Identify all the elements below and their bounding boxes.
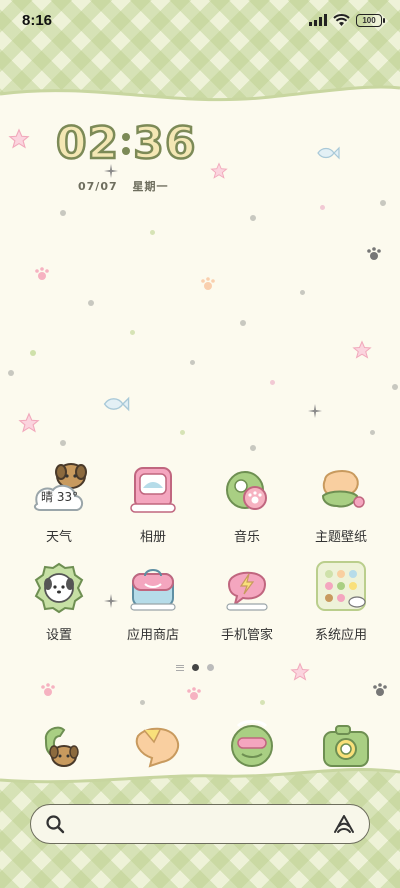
theme-peach-icon xyxy=(311,460,371,520)
app-label: 设置 xyxy=(45,628,72,643)
app-gallery[interactable]: 相册 xyxy=(108,460,198,545)
status-icons: 100 xyxy=(309,13,385,27)
weather-badge: 晴 33° xyxy=(41,490,79,504)
app-label: 系统应用 xyxy=(314,628,367,643)
app-theme[interactable]: 主题壁纸 xyxy=(296,460,386,545)
star-icon xyxy=(352,340,372,359)
page-indicator[interactable] xyxy=(176,664,214,671)
clock-widget[interactable]: 02 36 xyxy=(55,117,197,171)
clock-separator xyxy=(122,132,131,155)
camera-green-icon xyxy=(323,725,369,767)
app-label: 手机管家 xyxy=(220,628,273,643)
date-day: 07/07 xyxy=(78,180,118,193)
search-icon[interactable] xyxy=(45,814,65,834)
page-list-icon xyxy=(176,664,184,671)
app-label: 音乐 xyxy=(233,530,260,545)
settings-dog-gear-icon xyxy=(29,558,89,618)
phone-manager-bubble-icon xyxy=(217,558,277,618)
app-label: 应用商店 xyxy=(126,628,179,643)
store-bag-icon xyxy=(123,558,183,618)
app-label: 天气 xyxy=(45,530,72,545)
assistant-icon[interactable] xyxy=(333,814,355,834)
dock-phone[interactable] xyxy=(36,718,96,778)
star-icon xyxy=(290,662,310,681)
app-music[interactable]: 音乐 xyxy=(202,460,292,545)
paw-icon xyxy=(35,267,49,280)
paw-icon xyxy=(373,683,387,696)
page-dot xyxy=(207,664,214,671)
top-wave-edge xyxy=(0,85,400,120)
gallery-pink-box-icon xyxy=(123,460,183,520)
wifi-icon xyxy=(333,13,350,26)
dock xyxy=(0,718,400,778)
paw-icon xyxy=(367,247,381,260)
dock-camera[interactable] xyxy=(316,718,376,778)
weather-dog-cloud-icon: 晴 33° xyxy=(29,460,89,520)
dock-messages[interactable] xyxy=(130,718,190,778)
date-weekday: 星期一 xyxy=(132,180,169,193)
star-icon xyxy=(210,162,228,179)
clock-hour: 02 xyxy=(55,117,120,171)
system-apps-folder-icon xyxy=(311,558,371,618)
app-phone-manager[interactable]: 手机管家 xyxy=(202,558,292,643)
app-label: 相册 xyxy=(139,530,166,545)
app-store[interactable]: 应用商店 xyxy=(108,558,198,643)
app-weather[interactable]: 晴 33° 天气 xyxy=(14,460,104,545)
status-time: 8:16 xyxy=(22,11,53,29)
sparkle-icon xyxy=(308,404,322,418)
phone-dog-icon xyxy=(44,726,79,767)
paw-icon xyxy=(41,683,55,696)
status-bar: 8:16 100 xyxy=(0,0,400,40)
paw-icon xyxy=(187,687,201,700)
search-bar[interactable] xyxy=(30,804,370,844)
paw-icon xyxy=(201,277,215,290)
page-dot-active xyxy=(192,664,199,671)
app-system-apps[interactable]: 系统应用 xyxy=(296,558,386,643)
app-label: 主题壁纸 xyxy=(314,530,367,545)
app-settings[interactable]: 设置 xyxy=(14,558,104,643)
messages-bird-icon xyxy=(135,727,180,768)
dock-browser[interactable] xyxy=(222,718,282,778)
clock-minute: 36 xyxy=(132,117,197,171)
fish-icon xyxy=(103,396,130,412)
browser-mask-icon xyxy=(231,720,273,767)
star-icon xyxy=(8,128,30,149)
fish-icon xyxy=(317,146,340,160)
music-paw-icon xyxy=(217,460,277,520)
star-icon xyxy=(18,412,40,433)
date-line: 07/07 星期一 xyxy=(78,178,168,194)
battery-icon: 100 xyxy=(356,13,385,27)
signal-icon xyxy=(309,14,327,26)
